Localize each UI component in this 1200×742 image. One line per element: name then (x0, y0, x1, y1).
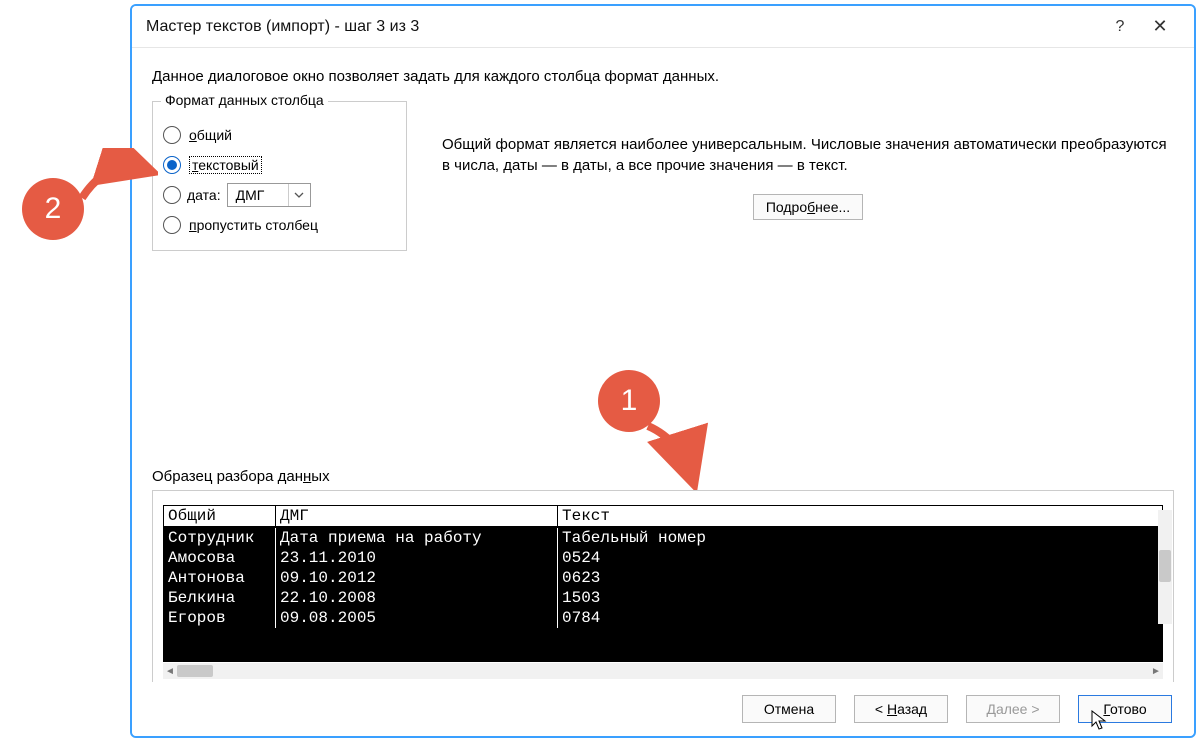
data-preview: Общий ДМГ Текст СотрудникДата приема на … (152, 490, 1174, 684)
dialog-title: Мастер текстов (импорт) - шаг 3 из 3 (146, 18, 1100, 36)
preview-cell: 0784 (558, 608, 1162, 628)
preview-data-row: Антонова09.10.20120623 (164, 568, 1162, 588)
preview-cell: Дата приема на работу (276, 528, 558, 548)
radio-icon (163, 126, 181, 144)
radio-text[interactable]: текстовый (163, 150, 396, 180)
preview-cell: Сотрудник (164, 528, 276, 548)
preview-cell: 0524 (558, 548, 1162, 568)
annotation-badge-1: 1 (598, 370, 660, 432)
next-button: Далее > (966, 695, 1060, 723)
cancel-button[interactable]: Отмена (742, 695, 836, 723)
preview-legend: Образец разбора данных (152, 468, 330, 485)
help-button[interactable]: ? (1100, 18, 1140, 36)
preview-header-col1[interactable]: Общий (164, 506, 276, 526)
radio-general-label: общий (189, 127, 232, 143)
annotation-badge-2: 2 (22, 178, 84, 240)
preview-header-col3[interactable]: Текст (558, 506, 1162, 526)
chevron-down-icon (288, 184, 310, 206)
radio-date-label: дата: (187, 187, 221, 203)
annotation-arrow-2 (78, 148, 158, 208)
scroll-right-icon[interactable]: ► (1149, 663, 1163, 679)
radio-text-label: текстовый (189, 156, 262, 174)
scroll-thumb[interactable] (1159, 550, 1171, 582)
preview-data-row: Амосова23.11.20100524 (164, 548, 1162, 568)
preview-cell: Егоров (164, 608, 276, 628)
preview-cell: Антонова (164, 568, 276, 588)
preview-data-row: Белкина22.10.20081503 (164, 588, 1162, 608)
preview-cell: 23.11.2010 (276, 548, 558, 568)
horizontal-scrollbar[interactable]: ◄ ► (163, 663, 1163, 679)
preview-cell: 09.08.2005 (276, 608, 558, 628)
dialog-footer: Отмена < Назад Далее > Готово (132, 682, 1194, 736)
preview-header-row: Общий ДМГ Текст (164, 506, 1162, 528)
radio-general[interactable]: общий (163, 120, 396, 150)
preview-cell: 0623 (558, 568, 1162, 588)
date-format-value: ДМГ (228, 187, 288, 203)
preview-data-row: СотрудникДата приема на работуТабельный … (164, 528, 1162, 548)
scroll-thumb[interactable] (177, 665, 213, 677)
preview-cell: 1503 (558, 588, 1162, 608)
preview-cell: Амосова (164, 548, 276, 568)
radio-skip-label: пропустить столбец (189, 217, 318, 233)
preview-grid[interactable]: Общий ДМГ Текст СотрудникДата приема на … (163, 505, 1163, 662)
radio-skip[interactable]: пропустить столбец (163, 210, 396, 240)
dialog-content: Данное диалоговое окно позволяет задать … (132, 48, 1194, 736)
preview-data-body: СотрудникДата приема на работуТабельный … (164, 528, 1162, 661)
preview-cell: 09.10.2012 (276, 568, 558, 588)
advanced-button[interactable]: Подробнее... (753, 194, 863, 220)
radio-icon (163, 186, 181, 204)
text-import-wizard-dialog: Мастер текстов (импорт) - шаг 3 из 3 ? ✕… (130, 4, 1196, 738)
dialog-description: Данное диалоговое окно позволяет задать … (152, 68, 1174, 85)
format-explanation-text: Общий формат является наиболее универсал… (442, 134, 1174, 176)
title-bar: Мастер текстов (импорт) - шаг 3 из 3 ? ✕ (132, 6, 1194, 48)
scroll-left-icon[interactable]: ◄ (163, 663, 177, 679)
preview-cell: Белкина (164, 588, 276, 608)
preview-cell: 22.10.2008 (276, 588, 558, 608)
radio-date[interactable]: дата: ДМГ (163, 180, 396, 210)
mouse-cursor-icon (1090, 710, 1108, 732)
back-button[interactable]: < Назад (854, 695, 948, 723)
close-button[interactable]: ✕ (1140, 16, 1180, 37)
vertical-scrollbar[interactable] (1158, 510, 1172, 624)
radio-icon (163, 216, 181, 234)
preview-header-col2[interactable]: ДМГ (276, 506, 558, 526)
radio-icon-selected (163, 156, 181, 174)
format-explanation-panel: Общий формат является наиболее универсал… (442, 98, 1174, 220)
date-format-combo[interactable]: ДМГ (227, 183, 311, 207)
preview-cell: Табельный номер (558, 528, 1162, 548)
column-format-group: Формат данных столбца общий текстовый да… (152, 101, 407, 251)
column-format-legend: Формат данных столбца (161, 92, 328, 108)
preview-data-row: Егоров09.08.20050784 (164, 608, 1162, 628)
annotation-arrow-1 (640, 420, 720, 490)
